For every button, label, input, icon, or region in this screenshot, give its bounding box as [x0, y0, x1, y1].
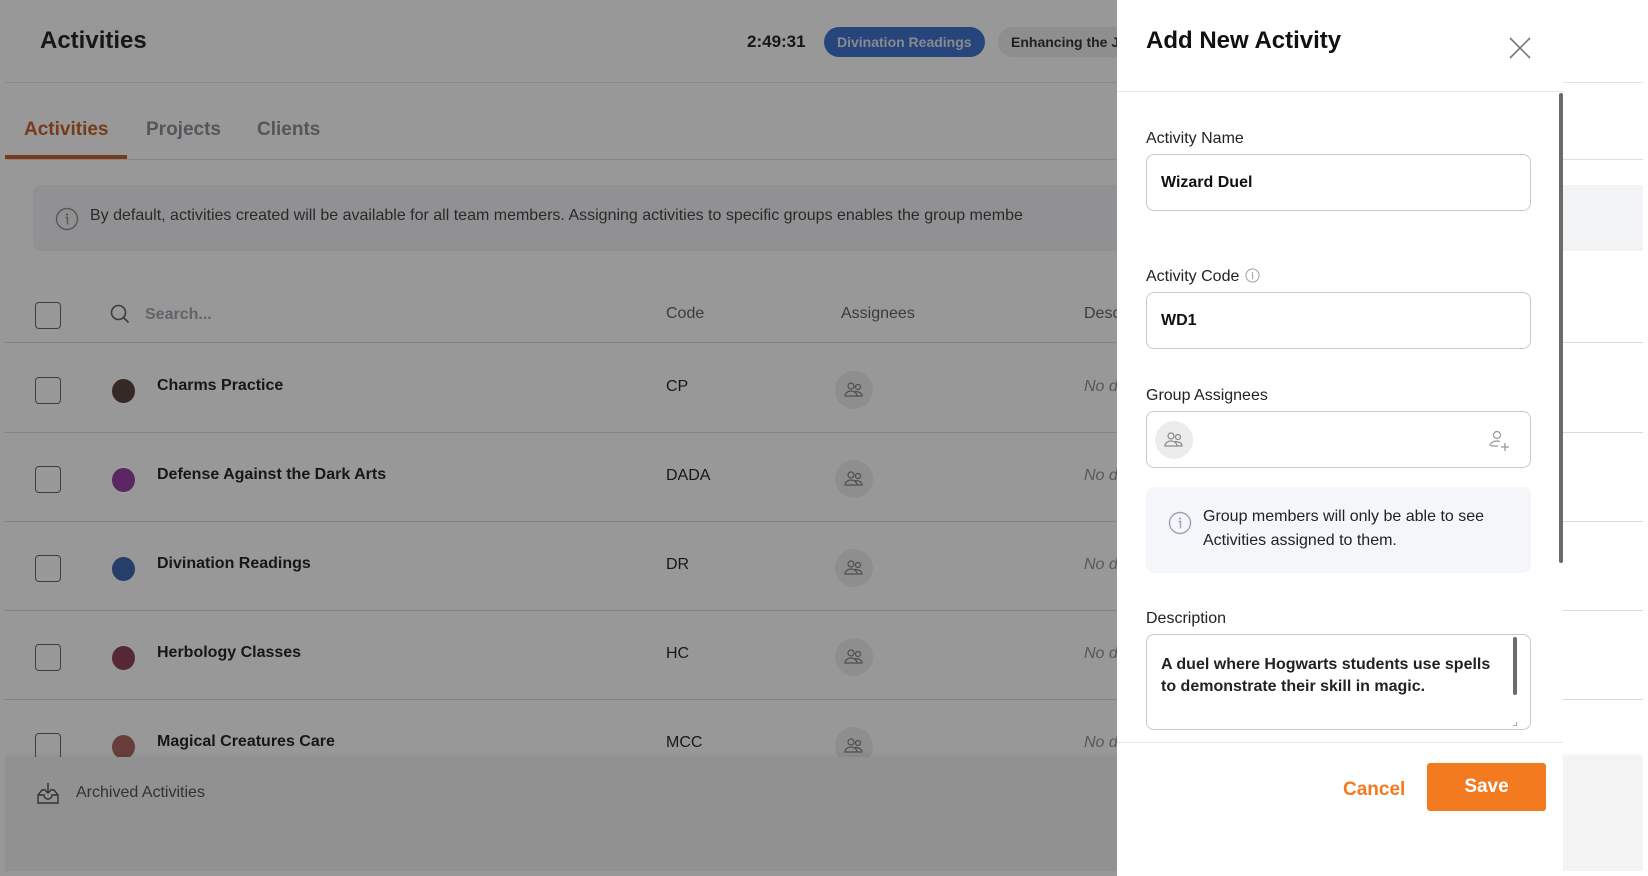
- activity-name-input[interactable]: [1147, 155, 1530, 210]
- resize-handle[interactable]: [1513, 722, 1517, 726]
- group-avatar: [1155, 421, 1193, 459]
- description-textarea[interactable]: A duel where Hogwarts students use spell…: [1147, 635, 1530, 729]
- close-icon[interactable]: [1507, 35, 1533, 61]
- modal-backdrop[interactable]: [0, 0, 1117, 876]
- activity-code-input[interactable]: [1147, 293, 1530, 348]
- activity-code-field: [1146, 292, 1531, 349]
- drawer-body: Activity Name Activity Code Group Assign…: [1117, 93, 1563, 743]
- activity-name-label: Activity Name: [1146, 130, 1244, 147]
- activity-code-label-text: Activity Code: [1146, 268, 1240, 285]
- add-user-icon[interactable]: [1488, 429, 1512, 453]
- activity-code-label: Activity Code: [1146, 268, 1260, 286]
- drawer-title: Add New Activity: [1146, 27, 1342, 54]
- drawer-footer: Cancel Save: [1117, 742, 1563, 871]
- description-field: A duel where Hogwarts students use spell…: [1146, 634, 1531, 730]
- cancel-button[interactable]: Cancel: [1343, 770, 1405, 810]
- group-assignees-field[interactable]: [1146, 411, 1531, 468]
- group-info-note: Group members will only be able to see A…: [1146, 487, 1531, 573]
- save-button[interactable]: Save: [1427, 763, 1546, 811]
- add-activity-drawer: Add New Activity Activity Name Activity …: [1117, 5, 1563, 871]
- group-assignees-label: Group Assignees: [1146, 387, 1268, 404]
- group-icon: [1164, 432, 1183, 447]
- description-scrollbar[interactable]: [1513, 637, 1517, 695]
- group-info-text: Group members will only be able to see A…: [1203, 508, 1485, 549]
- drawer-scrollbar[interactable]: [1559, 93, 1563, 563]
- description-label: Description: [1146, 610, 1227, 627]
- activity-name-field: [1146, 154, 1531, 211]
- info-icon: [1168, 511, 1192, 535]
- info-icon[interactable]: [1245, 268, 1260, 283]
- drawer-header: Add New Activity: [1117, 5, 1563, 92]
